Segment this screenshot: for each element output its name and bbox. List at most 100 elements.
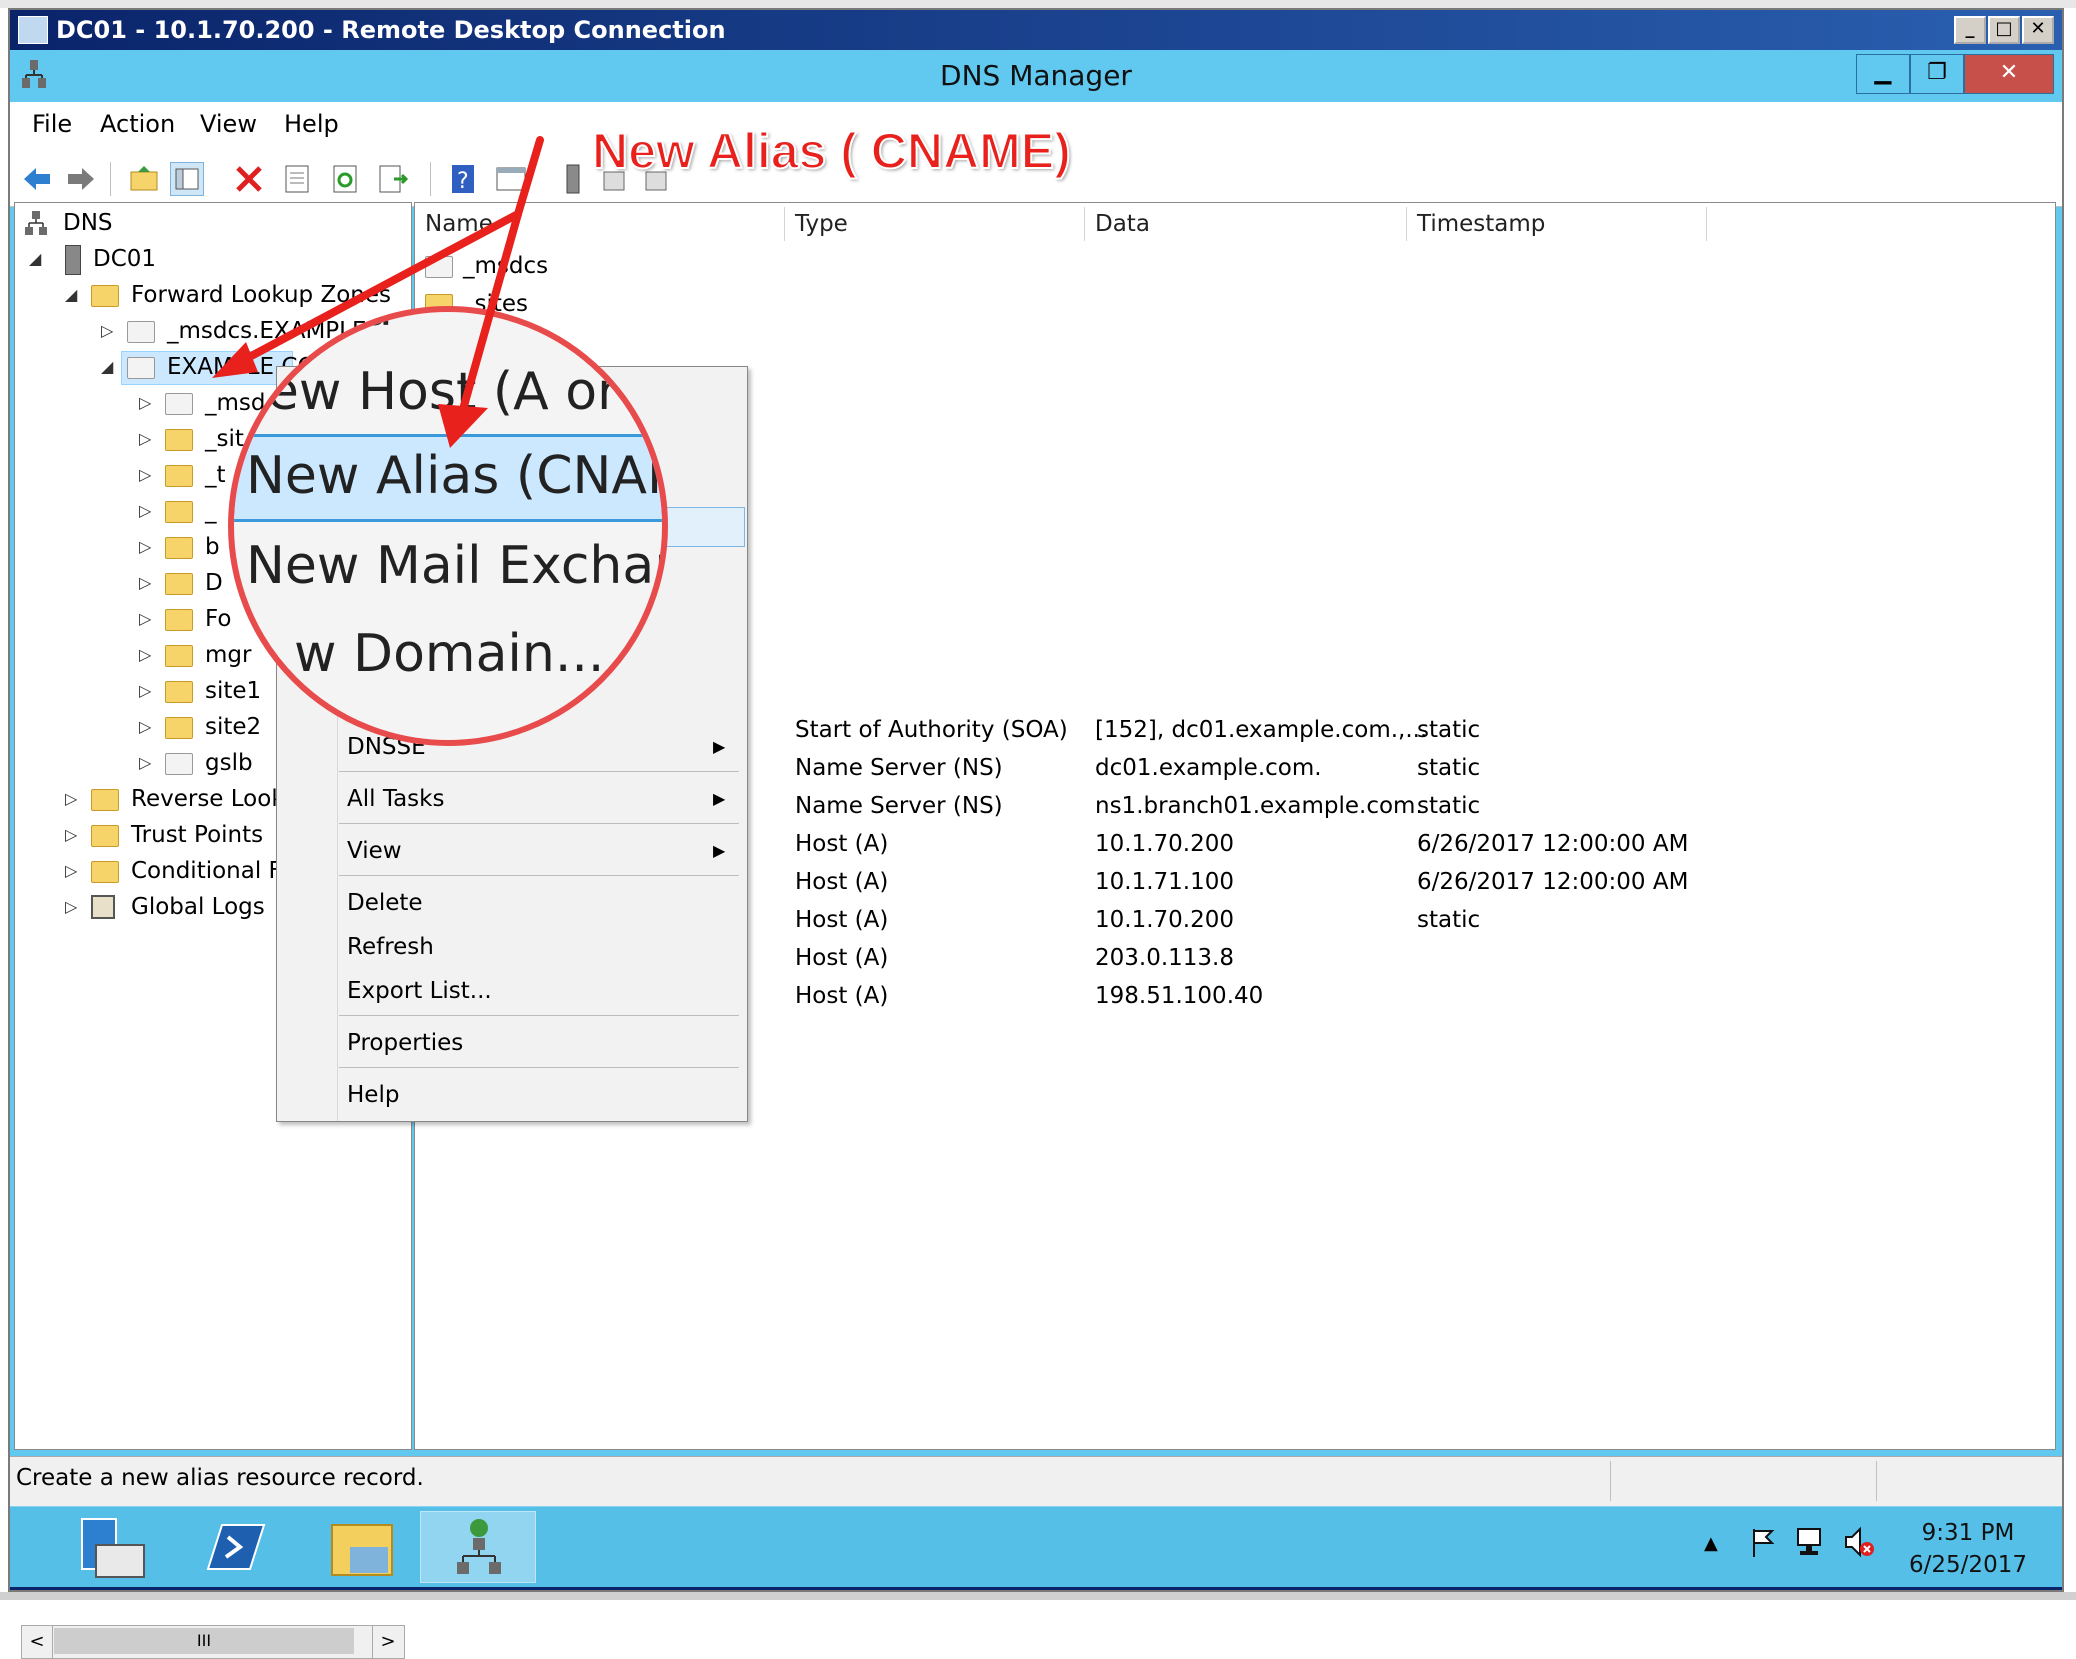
export-icon[interactable] (376, 162, 410, 196)
highlighted-item-edge (657, 507, 745, 547)
column-header-type[interactable]: Type (785, 207, 1085, 241)
expand-icon[interactable]: ▷ (139, 637, 155, 673)
collapse-icon[interactable]: ◢ (101, 349, 117, 385)
expand-icon[interactable]: ▷ (139, 385, 155, 421)
collapse-icon[interactable]: ◢ (65, 277, 81, 313)
show-hide-tree-icon[interactable] (170, 162, 204, 196)
expand-icon[interactable]: ▷ (65, 817, 81, 853)
rdp-title: DC01 - 10.1.70.200 - Remote Desktop Conn… (56, 16, 726, 44)
folder-icon (91, 789, 119, 811)
folder-icon (165, 537, 193, 559)
server-icon (65, 245, 81, 275)
rdp-minimize-button[interactable]: _ (1954, 16, 1986, 44)
magnified-new-domain: w Domain... (294, 624, 605, 684)
menu-item-properties[interactable]: Properties (347, 1023, 463, 1063)
folder-icon (91, 825, 119, 847)
expand-icon[interactable]: ▷ (65, 889, 81, 925)
zone-icon (425, 256, 453, 278)
status-bar: Create a new alias resource record. (10, 1456, 2062, 1507)
folder-icon (165, 573, 193, 595)
folder-icon (165, 501, 193, 523)
expand-icon[interactable]: ▷ (101, 313, 117, 349)
restore-button[interactable]: ❐ (1910, 54, 1964, 94)
logs-icon (91, 895, 115, 919)
taskbar: ▲ 9:31 PM 6/25/2017 (10, 1506, 2062, 1587)
magnified-new-host: New Host (A or AA (228, 362, 668, 422)
up-folder-icon[interactable] (128, 162, 162, 196)
expand-icon[interactable]: ▷ (139, 457, 155, 493)
folder-icon (165, 645, 193, 667)
forward-icon[interactable] (64, 162, 98, 196)
expand-icon[interactable]: ▷ (65, 781, 81, 817)
scroll-right-icon[interactable]: > (372, 1626, 403, 1658)
show-hidden-icons-icon[interactable]: ▲ (1704, 1533, 1718, 1554)
network-icon[interactable] (1794, 1525, 1828, 1559)
close-button[interactable]: ✕ (1964, 54, 2054, 94)
server-manager-taskbar-icon[interactable] (46, 1511, 162, 1583)
menu-separator (339, 1015, 739, 1016)
folder-icon (165, 681, 193, 703)
menu-separator (339, 1067, 739, 1068)
menu-item-view[interactable]: View (347, 831, 402, 871)
menu-separator (339, 771, 739, 772)
column-header-name[interactable]: Name (415, 207, 785, 241)
action-center-flag-icon[interactable] (1746, 1525, 1780, 1559)
taskbar-clock[interactable]: 9:31 PM 6/25/2017 (1878, 1517, 2058, 1581)
dns-icon (25, 211, 47, 237)
toolbar-separator (430, 162, 431, 196)
rdp-close-button[interactable]: ✕ (2022, 16, 2054, 44)
folder-icon (165, 609, 193, 631)
scroll-thumb[interactable]: III (54, 1628, 354, 1654)
menu-item-delete[interactable]: Delete (347, 883, 423, 923)
dns-manager-taskbar-icon[interactable] (420, 1511, 536, 1583)
magnified-new-mail-exchange: New Mail Exchange (246, 536, 662, 596)
folder-icon (165, 717, 193, 739)
submenu-arrow-icon: ▶ (713, 737, 726, 756)
expand-icon[interactable]: ▷ (139, 421, 155, 457)
folder-icon (91, 861, 119, 883)
refresh-icon[interactable] (328, 162, 362, 196)
help-icon[interactable]: ? (446, 162, 480, 196)
rdp-maximize-button[interactable]: □ (1988, 16, 2020, 44)
server-icon[interactable] (556, 162, 590, 196)
expand-icon[interactable]: ▷ (139, 745, 155, 781)
properties-icon[interactable] (280, 162, 314, 196)
expand-icon[interactable]: ▷ (139, 529, 155, 565)
console-view-icon[interactable] (494, 162, 528, 196)
expand-icon[interactable]: ▷ (139, 673, 155, 709)
expand-icon[interactable]: ▷ (139, 493, 155, 529)
menu-item-help[interactable]: Help (347, 1075, 399, 1115)
status-text: Create a new alias resource record. (16, 1465, 424, 1491)
status-divider (1610, 1461, 1611, 1501)
back-icon[interactable] (20, 162, 54, 196)
annotation-label: New Alias ( CNAME) (591, 122, 1072, 180)
scroll-left-icon[interactable]: < (22, 1626, 53, 1658)
menu-item-all-tasks[interactable]: All Tasks (347, 779, 444, 819)
menu-separator (339, 823, 739, 824)
delete-icon[interactable] (232, 162, 266, 196)
svg-text:?: ? (457, 169, 469, 194)
menu-file[interactable]: File (32, 110, 72, 138)
menu-action[interactable]: Action (100, 110, 175, 138)
menu-view[interactable]: View (200, 110, 257, 138)
file-explorer-taskbar-icon[interactable] (306, 1511, 422, 1583)
collapse-icon[interactable]: ◢ (29, 241, 45, 277)
folder-icon (165, 429, 193, 451)
column-header-timestamp[interactable]: Timestamp (1407, 207, 1707, 241)
expand-icon[interactable]: ▷ (65, 853, 81, 889)
rdp-titlebar: DC01 - 10.1.70.200 - Remote Desktop Conn… (10, 10, 2062, 50)
menu-help[interactable]: Help (284, 110, 339, 138)
bottom-strip (0, 1592, 2076, 1600)
expand-icon[interactable]: ▷ (139, 601, 155, 637)
submenu-arrow-icon: ▶ (713, 789, 726, 808)
volume-muted-icon[interactable] (1842, 1525, 1876, 1559)
minimize-button[interactable]: ▁ (1856, 54, 1910, 94)
horizontal-scrollbar[interactable]: < III > (21, 1625, 405, 1659)
menu-item-export-list[interactable]: Export List... (347, 971, 492, 1011)
rdp-icon (18, 16, 48, 44)
expand-icon[interactable]: ▷ (139, 565, 155, 601)
expand-icon[interactable]: ▷ (139, 709, 155, 745)
column-header-data[interactable]: Data (1085, 207, 1407, 241)
menu-item-refresh[interactable]: Refresh (347, 927, 434, 967)
powershell-taskbar-icon[interactable] (168, 1511, 284, 1583)
